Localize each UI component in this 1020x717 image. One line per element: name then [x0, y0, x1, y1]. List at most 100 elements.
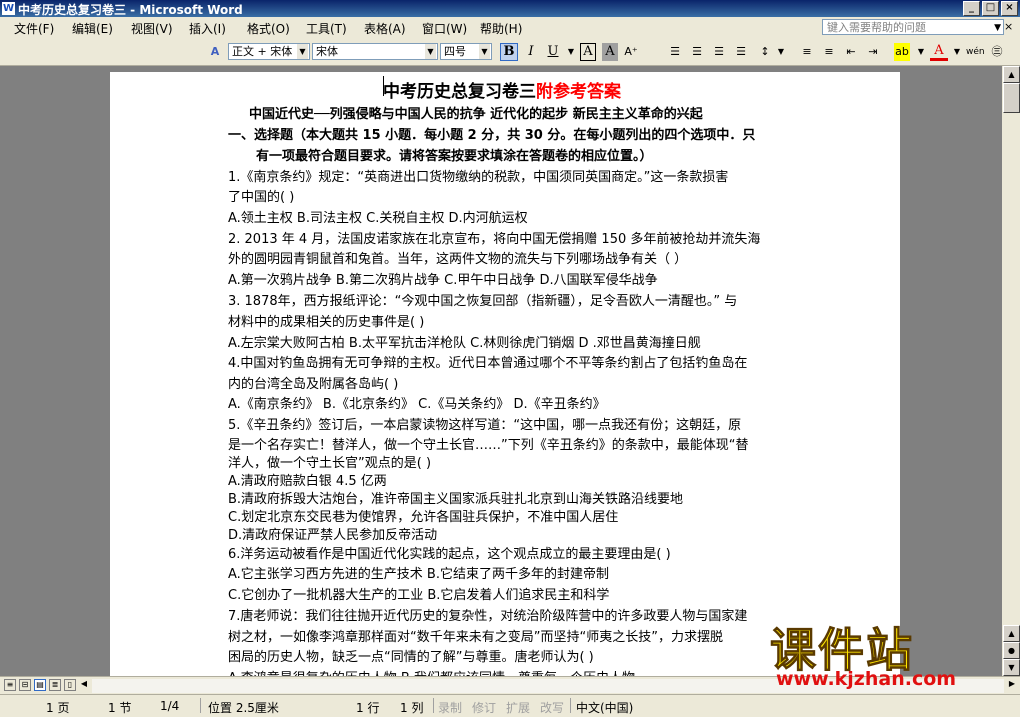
question-text: 困局的历史人物，缺乏一点“同情的了解”与尊重。唐老师认为( ): [228, 650, 594, 665]
highlight-dropdown-icon[interactable]: ▼: [912, 43, 930, 61]
answer-options: A.它主张学习西方先进的生产技术 B.它结束了两千多年的封建帝制: [228, 567, 609, 582]
answer-options: A.李鸿章是很复杂的历史人物 B.我们都应该同情、尊重每一个历史人物: [228, 667, 635, 676]
next-page-icon[interactable]: ▼: [1003, 659, 1020, 676]
document-area: 中考历史总复习卷三附参考答案 中国近代史──列强侵略与中国人民的抗争 近代化的起…: [0, 66, 1002, 676]
status-extend[interactable]: 扩展: [506, 699, 530, 716]
phonetic-guide-icon[interactable]: wén: [966, 43, 985, 61]
underline-dropdown-icon[interactable]: ▼: [562, 43, 580, 61]
increase-indent-icon[interactable]: ⇥: [864, 43, 882, 61]
answer-options: A.《南京条约》 B.《北京条约》 C.《马关条约》 D.《辛丑条约》: [228, 397, 606, 412]
dropdown-arrow-icon[interactable]: ▼: [994, 20, 1001, 36]
character-scaling-icon[interactable]: A⁺: [622, 43, 640, 61]
status-separator: [433, 698, 434, 713]
italic-button[interactable]: I: [522, 43, 540, 61]
scroll-up-icon[interactable]: ▲: [1003, 66, 1020, 83]
menu-view[interactable]: 视图(V): [131, 20, 173, 37]
character-shading-button[interactable]: A: [602, 43, 618, 61]
style-dropdown-icon[interactable]: ▼: [297, 44, 308, 59]
style-select[interactable]: 正文 + 宋体 ▼: [228, 43, 310, 60]
status-overtype[interactable]: 改写: [540, 699, 564, 716]
document-title-suffix: 附参考答案: [536, 82, 621, 102]
status-column: 1 列: [400, 701, 424, 715]
answer-option: A.清政府赔款白银 4.5 亿两: [228, 474, 387, 489]
close-button[interactable]: ×: [1001, 1, 1018, 16]
status-track-changes[interactable]: 修订: [472, 699, 496, 716]
question-text: 材料中的成果相关的历史事件是( ): [228, 315, 425, 330]
question-text: 洋人，做一个守土长官”观点的是( ): [228, 456, 432, 471]
line-spacing-dropdown-icon[interactable]: ▼: [772, 43, 790, 61]
answer-options: A.第一次鸦片战争 B.第二次鸦片战争 C.甲午中日战争 D.八国联军侵华战争: [228, 273, 658, 288]
answer-options: A.左宗棠大败阿古柏 B.太平军抗击洋枪队 C.林则徐虎门销烟 D .邓世昌黄海…: [228, 336, 701, 351]
scroll-left-icon[interactable]: ◀: [78, 679, 90, 691]
align-center-icon[interactable]: ☰: [688, 43, 706, 61]
answer-option: C.划定北京东交民巷为使馆界，允许各国驻兵保护，不准中国人居住: [228, 510, 619, 525]
bulleted-list-icon[interactable]: ≡: [820, 43, 838, 61]
justify-icon[interactable]: ☰: [732, 43, 750, 61]
menu-window[interactable]: 窗口(W): [422, 20, 467, 37]
scroll-right-icon[interactable]: ▶: [1006, 679, 1018, 691]
numbered-list-icon[interactable]: ≡: [798, 43, 816, 61]
document-title-main: 中考历史总复习卷三: [383, 82, 536, 102]
scroll-thumb[interactable]: [1003, 83, 1020, 113]
answer-option: B.清政府拆毁大沽炮台，准许帝国主义国家派兵驻扎北京到山海关铁路沿线要地: [228, 492, 684, 507]
font-color-dropdown-icon[interactable]: ▼: [948, 43, 966, 61]
minimize-button[interactable]: _: [963, 1, 980, 16]
status-page: 1 页: [46, 701, 70, 715]
menu-edit[interactable]: 编辑(E): [72, 20, 113, 37]
web-layout-icon[interactable]: ⊟: [19, 679, 31, 691]
menu-table[interactable]: 表格(A): [364, 20, 406, 37]
print-layout-icon[interactable]: ▤: [34, 679, 46, 691]
watermark-logo: 课件站 www.kjzhan.com: [770, 614, 1002, 694]
normal-view-icon[interactable]: ≡: [4, 679, 16, 691]
reading-layout-icon[interactable]: ▯: [64, 679, 76, 691]
question-text: 3. 1878年，西方报纸评论：“今观中国之恢复回部（指新疆），足令吾欧人一清醒…: [228, 294, 738, 309]
character-border-button[interactable]: A: [580, 43, 596, 61]
question-text: 内的台湾全岛及附属各岛屿( ): [228, 377, 399, 392]
document-subtitle: 中国近代史──列强侵略与中国人民的抗争 近代化的起步 新民主主义革命的兴起: [249, 107, 703, 122]
font-size-dropdown-icon[interactable]: ▼: [479, 44, 490, 59]
font-dropdown-icon[interactable]: ▼: [425, 44, 436, 59]
styles-pane-icon[interactable]: A: [206, 43, 224, 61]
vertical-scrollbar[interactable]: ▲ ▲ ● ▼: [1003, 66, 1020, 676]
question-text: 6.洋务运动被看作是中国近代化实践的起点，这个观点成立的最主要理由是( ): [228, 547, 671, 562]
title-bar: W 中考历史总复习卷三 - Microsoft Word _ □ ×: [0, 0, 1020, 17]
font-size-value: 四号: [444, 45, 466, 58]
section-heading-line: 有一项最符合题目要求。请将答案按要求填涂在答题卷的相应位置。）: [256, 149, 653, 164]
question-text: 1.《南京条约》规定：“英商进出口货物缴纳的税款，中国须同英国商定。”这一条款损…: [228, 170, 729, 185]
question-text: 树之材，一如像李鸿章那样面对“数千年来未有之变局”而坚持“师夷之长技”，力求摆脱: [228, 630, 723, 645]
font-select[interactable]: 宋体 ▼: [312, 43, 438, 60]
menu-format[interactable]: 格式(O): [247, 20, 290, 37]
status-line: 1 行: [356, 701, 380, 715]
menu-help[interactable]: 帮助(H): [480, 20, 522, 37]
answer-options: C.它创办了一批机器大生产的工业 B.它启发着人们追求民主和科学: [228, 588, 610, 603]
bold-button[interactable]: B: [500, 43, 518, 61]
outline-view-icon[interactable]: ≣: [49, 679, 61, 691]
font-color-icon[interactable]: A: [930, 43, 948, 61]
watermark-url: www.kjzhan.com: [776, 668, 957, 690]
close-document-icon[interactable]: ×: [1004, 20, 1013, 33]
help-search-input[interactable]: 键入需要帮助的问题 ▼: [822, 19, 1004, 35]
status-bar: 1 页 1 节 1/4 位置 2.5厘米 1 行 1 列 录制 修订 扩展 改写…: [0, 694, 1020, 717]
document-title: 中考历史总复习卷三附参考答案: [383, 77, 621, 102]
select-browse-object-icon[interactable]: ●: [1003, 642, 1020, 659]
menu-insert[interactable]: 插入(I): [189, 20, 226, 37]
maximize-button[interactable]: □: [982, 1, 999, 16]
font-size-select[interactable]: 四号 ▼: [440, 43, 492, 60]
enclose-characters-icon[interactable]: ㊂: [988, 43, 1006, 61]
align-right-icon[interactable]: ☰: [710, 43, 728, 61]
status-page-count: 1/4: [160, 699, 180, 713]
previous-page-icon[interactable]: ▲: [1003, 625, 1020, 642]
highlight-icon[interactable]: ab: [894, 43, 910, 61]
menu-file[interactable]: 文件(F): [14, 20, 54, 37]
help-search-placeholder: 键入需要帮助的问题: [827, 21, 926, 34]
question-text: 了中国的( ): [228, 190, 295, 205]
status-section: 1 节: [108, 701, 132, 715]
align-left-icon[interactable]: ☰: [666, 43, 684, 61]
decrease-indent-icon[interactable]: ⇤: [842, 43, 860, 61]
menu-tools[interactable]: 工具(T): [306, 20, 347, 37]
status-separator: [200, 698, 201, 713]
status-record[interactable]: 录制: [438, 699, 462, 716]
underline-button[interactable]: U: [544, 43, 562, 61]
status-separator: [570, 698, 571, 713]
word-app-icon[interactable]: W: [2, 2, 15, 15]
